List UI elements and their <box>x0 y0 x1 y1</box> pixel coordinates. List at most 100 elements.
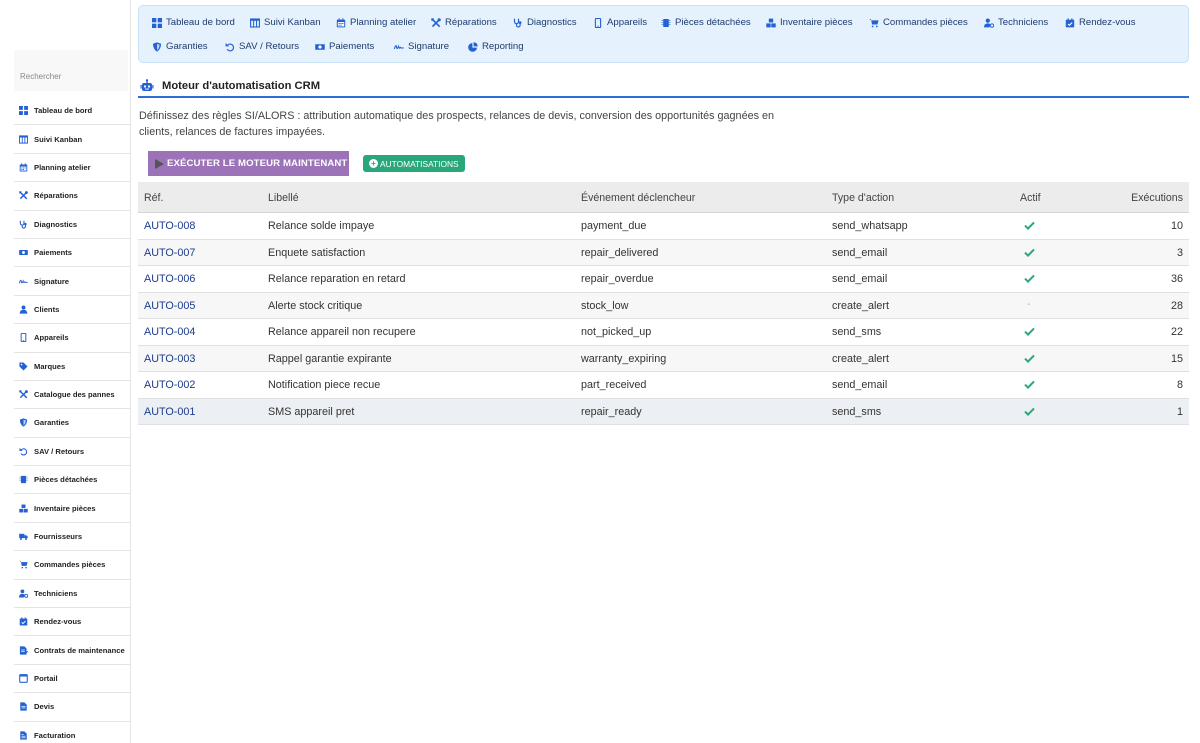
truck-icon <box>19 532 28 541</box>
active-check-icon <box>1024 248 1035 260</box>
sidebar-item-catalogue-des-pannes[interactable]: Catalogue des pannes <box>14 381 130 410</box>
invoice-icon <box>19 731 28 740</box>
sidebar-item-planning-atelier[interactable]: Planning atelier <box>14 154 130 183</box>
search-input[interactable] <box>20 72 120 81</box>
table-row[interactable]: AUTO-004 Relance appareil non recupere not… <box>138 319 1189 346</box>
sidebar-item-label: Appareils <box>34 333 69 343</box>
table-row[interactable]: AUTO-003 Rappel garantie expirante warrant… <box>138 345 1189 372</box>
sidebar-item-diagnostics[interactable]: Diagnostics <box>14 211 130 239</box>
topnav-item-signature[interactable]: Signature <box>394 41 449 52</box>
cell-ref[interactable]: AUTO-002 <box>144 379 195 391</box>
topnav-item-label: Reporting <box>482 41 524 52</box>
col-header-label[interactable]: Libellé <box>268 192 299 204</box>
calendar-check-icon <box>19 617 28 626</box>
topnav-item-paiements[interactable]: Paiements <box>315 41 374 52</box>
topnav-item-garanties[interactable]: Garanties <box>152 41 208 52</box>
topnav-item-label: Techniciens <box>998 17 1049 28</box>
sidebar-item-tableau-de-bord[interactable]: Tableau de bord <box>14 97 130 126</box>
table-row[interactable]: AUTO-002 Notification piece recue part_rec… <box>138 372 1189 399</box>
cell-ref[interactable]: AUTO-008 <box>144 220 195 232</box>
table-row[interactable]: AUTO-001 SMS appareil pret repair_ready sen… <box>138 398 1189 425</box>
topnav-item-label: Réparations <box>445 17 497 28</box>
sidebar-item-paiements[interactable]: Paiements <box>14 239 130 268</box>
sidebar-item-contrats-de-maintenance[interactable]: Contrats de maintenance <box>14 636 130 665</box>
cell-action: send_email <box>832 379 888 391</box>
sidebar-item-fournisseurs[interactable]: Fournisseurs <box>14 523 130 552</box>
table-row[interactable]: AUTO-008 Relance solde impaye payment_due s… <box>138 213 1189 240</box>
page-title: Moteur d'automatisation CRM <box>162 80 321 92</box>
sidebar-item-devis[interactable]: Devis <box>14 693 130 722</box>
money-icon <box>315 42 325 52</box>
sidebar-item-facturation[interactable]: Facturation <box>14 722 130 743</box>
cell-event: repair_delivered <box>581 246 659 259</box>
automations-badge-label: AUTOMATISATIONS <box>380 158 459 169</box>
sidebar-item-marques[interactable]: Marques <box>14 353 130 381</box>
col-header-runs[interactable]: Exécutions <box>1131 192 1183 204</box>
table-row[interactable]: AUTO-005 Alerte stock critique stock_low cr… <box>138 292 1189 319</box>
sidebar-item-label: Clients <box>34 304 60 314</box>
calendar-icon <box>336 17 346 28</box>
sidebar-item-signature[interactable]: Signature <box>14 267 130 296</box>
document-icon <box>19 702 28 712</box>
table-row[interactable]: AUTO-007 Enquete satisfaction repair_deliv… <box>138 239 1189 266</box>
sidebar-item-clients[interactable]: Clients <box>14 296 130 325</box>
sidebar-item-portail[interactable]: Portail <box>14 665 130 694</box>
sidebar-item-appareils[interactable]: Appareils <box>14 324 130 353</box>
cell-ref[interactable]: AUTO-006 <box>144 273 195 285</box>
cell-label: Alerte stock critique <box>268 299 363 312</box>
tools-icon <box>19 191 28 200</box>
topnav-item-inventaire-pieces[interactable]: Inventaire pièces <box>766 17 853 28</box>
sidebar-item-suivi-kanban[interactable]: Suivi Kanban <box>14 125 130 154</box>
sidebar-item-label: Devis <box>34 702 55 712</box>
topnav-item-commandes-pieces[interactable]: Commandes pièces <box>869 17 968 28</box>
sidebar-item-label: Réparations <box>34 191 78 201</box>
cell-ref[interactable]: AUTO-004 <box>144 326 195 338</box>
cart-icon <box>869 18 879 28</box>
topnav-item-sav-retours[interactable]: SAV / Retours <box>225 41 299 52</box>
sidebar-item-commandes-pieces[interactable]: Commandes pièces <box>14 551 130 580</box>
portal-icon <box>19 674 28 683</box>
sidebar-item-sav-retours[interactable]: SAV / Retours <box>14 438 130 467</box>
sidebar-item-techniciens[interactable]: Techniciens <box>14 580 130 609</box>
cell-event: repair_overdue <box>581 273 654 285</box>
topnav-item-tableau-de-bord[interactable]: Tableau de bord <box>152 17 235 28</box>
automations-badge[interactable]: + AUTOMATISATIONS <box>363 155 465 172</box>
topnav-item-planning-atelier[interactable]: Planning atelier <box>336 17 416 28</box>
col-header-action[interactable]: Type d'action <box>832 192 894 204</box>
run-engine-button[interactable]: EXÉCUTER LE MOTEUR MAINTENANT <box>148 151 349 176</box>
sidebar-item-reparations[interactable]: Réparations <box>14 182 130 211</box>
cell-ref[interactable]: AUTO-007 <box>144 247 195 259</box>
col-header-event[interactable]: Événement déclencheur <box>581 192 695 204</box>
topnav-item-pieces-detachees[interactable]: Pièces détachées <box>661 17 751 28</box>
topnav-item-rendez-vous[interactable]: Rendez-vous <box>1065 17 1136 28</box>
col-header-ref[interactable]: Réf. <box>144 192 163 204</box>
topnav-item-label: Paiements <box>329 41 375 52</box>
topnav-item-label: Appareils <box>607 17 647 28</box>
cell-runs: 8 <box>1176 379 1183 391</box>
cell-ref[interactable]: AUTO-005 <box>144 300 195 312</box>
topnav-item-label: Planning atelier <box>350 17 417 28</box>
topnav-item-reporting[interactable]: Reporting <box>468 41 524 52</box>
cell-event: warranty_expiring <box>581 352 667 365</box>
grid-icon <box>19 106 28 116</box>
robot-icon <box>140 79 154 93</box>
cart-icon <box>19 560 28 569</box>
sidebar-item-label: Paiements <box>34 248 72 258</box>
cell-label: Relance appareil non recupere <box>268 326 416 338</box>
topnav-item-reparations[interactable]: Réparations <box>431 17 497 28</box>
sidebar-item-rendez-vous[interactable]: Rendez-vous <box>14 608 130 637</box>
sidebar-item-inventaire-pieces[interactable]: Inventaire pièces <box>14 494 130 523</box>
topnav-item-suivi-kanban[interactable]: Suivi Kanban <box>250 17 321 28</box>
topnav-item-techniciens[interactable]: Techniciens <box>984 17 1048 28</box>
topnav-item-diagnostics[interactable]: Diagnostics <box>513 17 577 28</box>
sidebar-item-pieces-detachees[interactable]: Pièces détachées <box>14 466 130 495</box>
table-row[interactable]: AUTO-006 Relance reparation en retard repa… <box>138 266 1189 293</box>
sidebar-item-garanties[interactable]: Garanties <box>14 409 130 438</box>
topnav-item-label: Suivi Kanban <box>264 17 321 28</box>
phone-icon <box>19 333 28 343</box>
cell-ref[interactable]: AUTO-003 <box>144 353 195 365</box>
topnav-item-appareils[interactable]: Appareils <box>593 17 647 28</box>
col-header-active[interactable]: Actif <box>1020 192 1041 204</box>
cell-ref[interactable]: AUTO-001 <box>144 406 195 418</box>
automation-table: Réf. Libellé Événement déclencheur Type … <box>138 182 1189 425</box>
